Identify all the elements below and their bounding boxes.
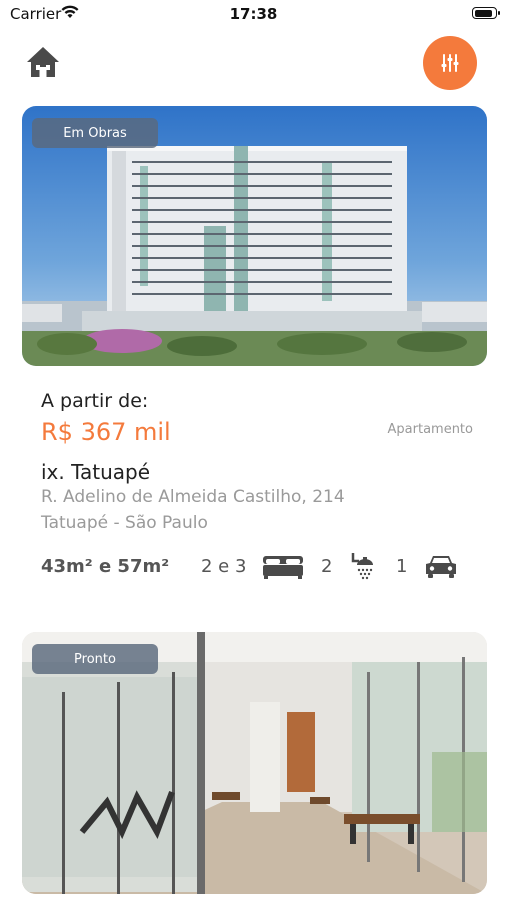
bathrooms-count: 2: [321, 556, 333, 577]
area-range: 43m² e 57m²: [41, 556, 170, 577]
filter-button[interactable]: [423, 36, 477, 90]
listing-photo-building[interactable]: Em Obras: [22, 106, 487, 366]
price-label: A partir de:: [41, 390, 149, 412]
bed-icon: [263, 556, 303, 579]
price-value: R$ 367 mil: [41, 418, 171, 446]
status-badge: Pronto: [32, 644, 158, 674]
address-street: R. Adelino de Almeida Castilho, 214: [41, 487, 345, 507]
listing-photo-lobby[interactable]: Pronto: [22, 632, 487, 894]
car-icon: [426, 556, 456, 578]
listing-specs: 43m² e 57m² 2 e 3 2 1: [41, 553, 471, 582]
bedrooms-count: 2 e 3: [201, 556, 247, 577]
listing-name: ix. Tatuapé: [41, 460, 151, 484]
battery-icon: [472, 7, 500, 19]
home-button[interactable]: [24, 44, 62, 80]
filter-icon: [441, 54, 459, 72]
shower-icon: [351, 553, 373, 580]
home-icon: [27, 47, 59, 77]
property-type: Apartamento: [387, 422, 473, 437]
clock: 17:38: [229, 5, 278, 23]
status-bar: Carrier 17:38: [0, 0, 507, 28]
status-badge: Em Obras: [32, 118, 158, 148]
address-city: Tatuapé - São Paulo: [41, 513, 208, 533]
parking-count: 1: [396, 556, 408, 577]
